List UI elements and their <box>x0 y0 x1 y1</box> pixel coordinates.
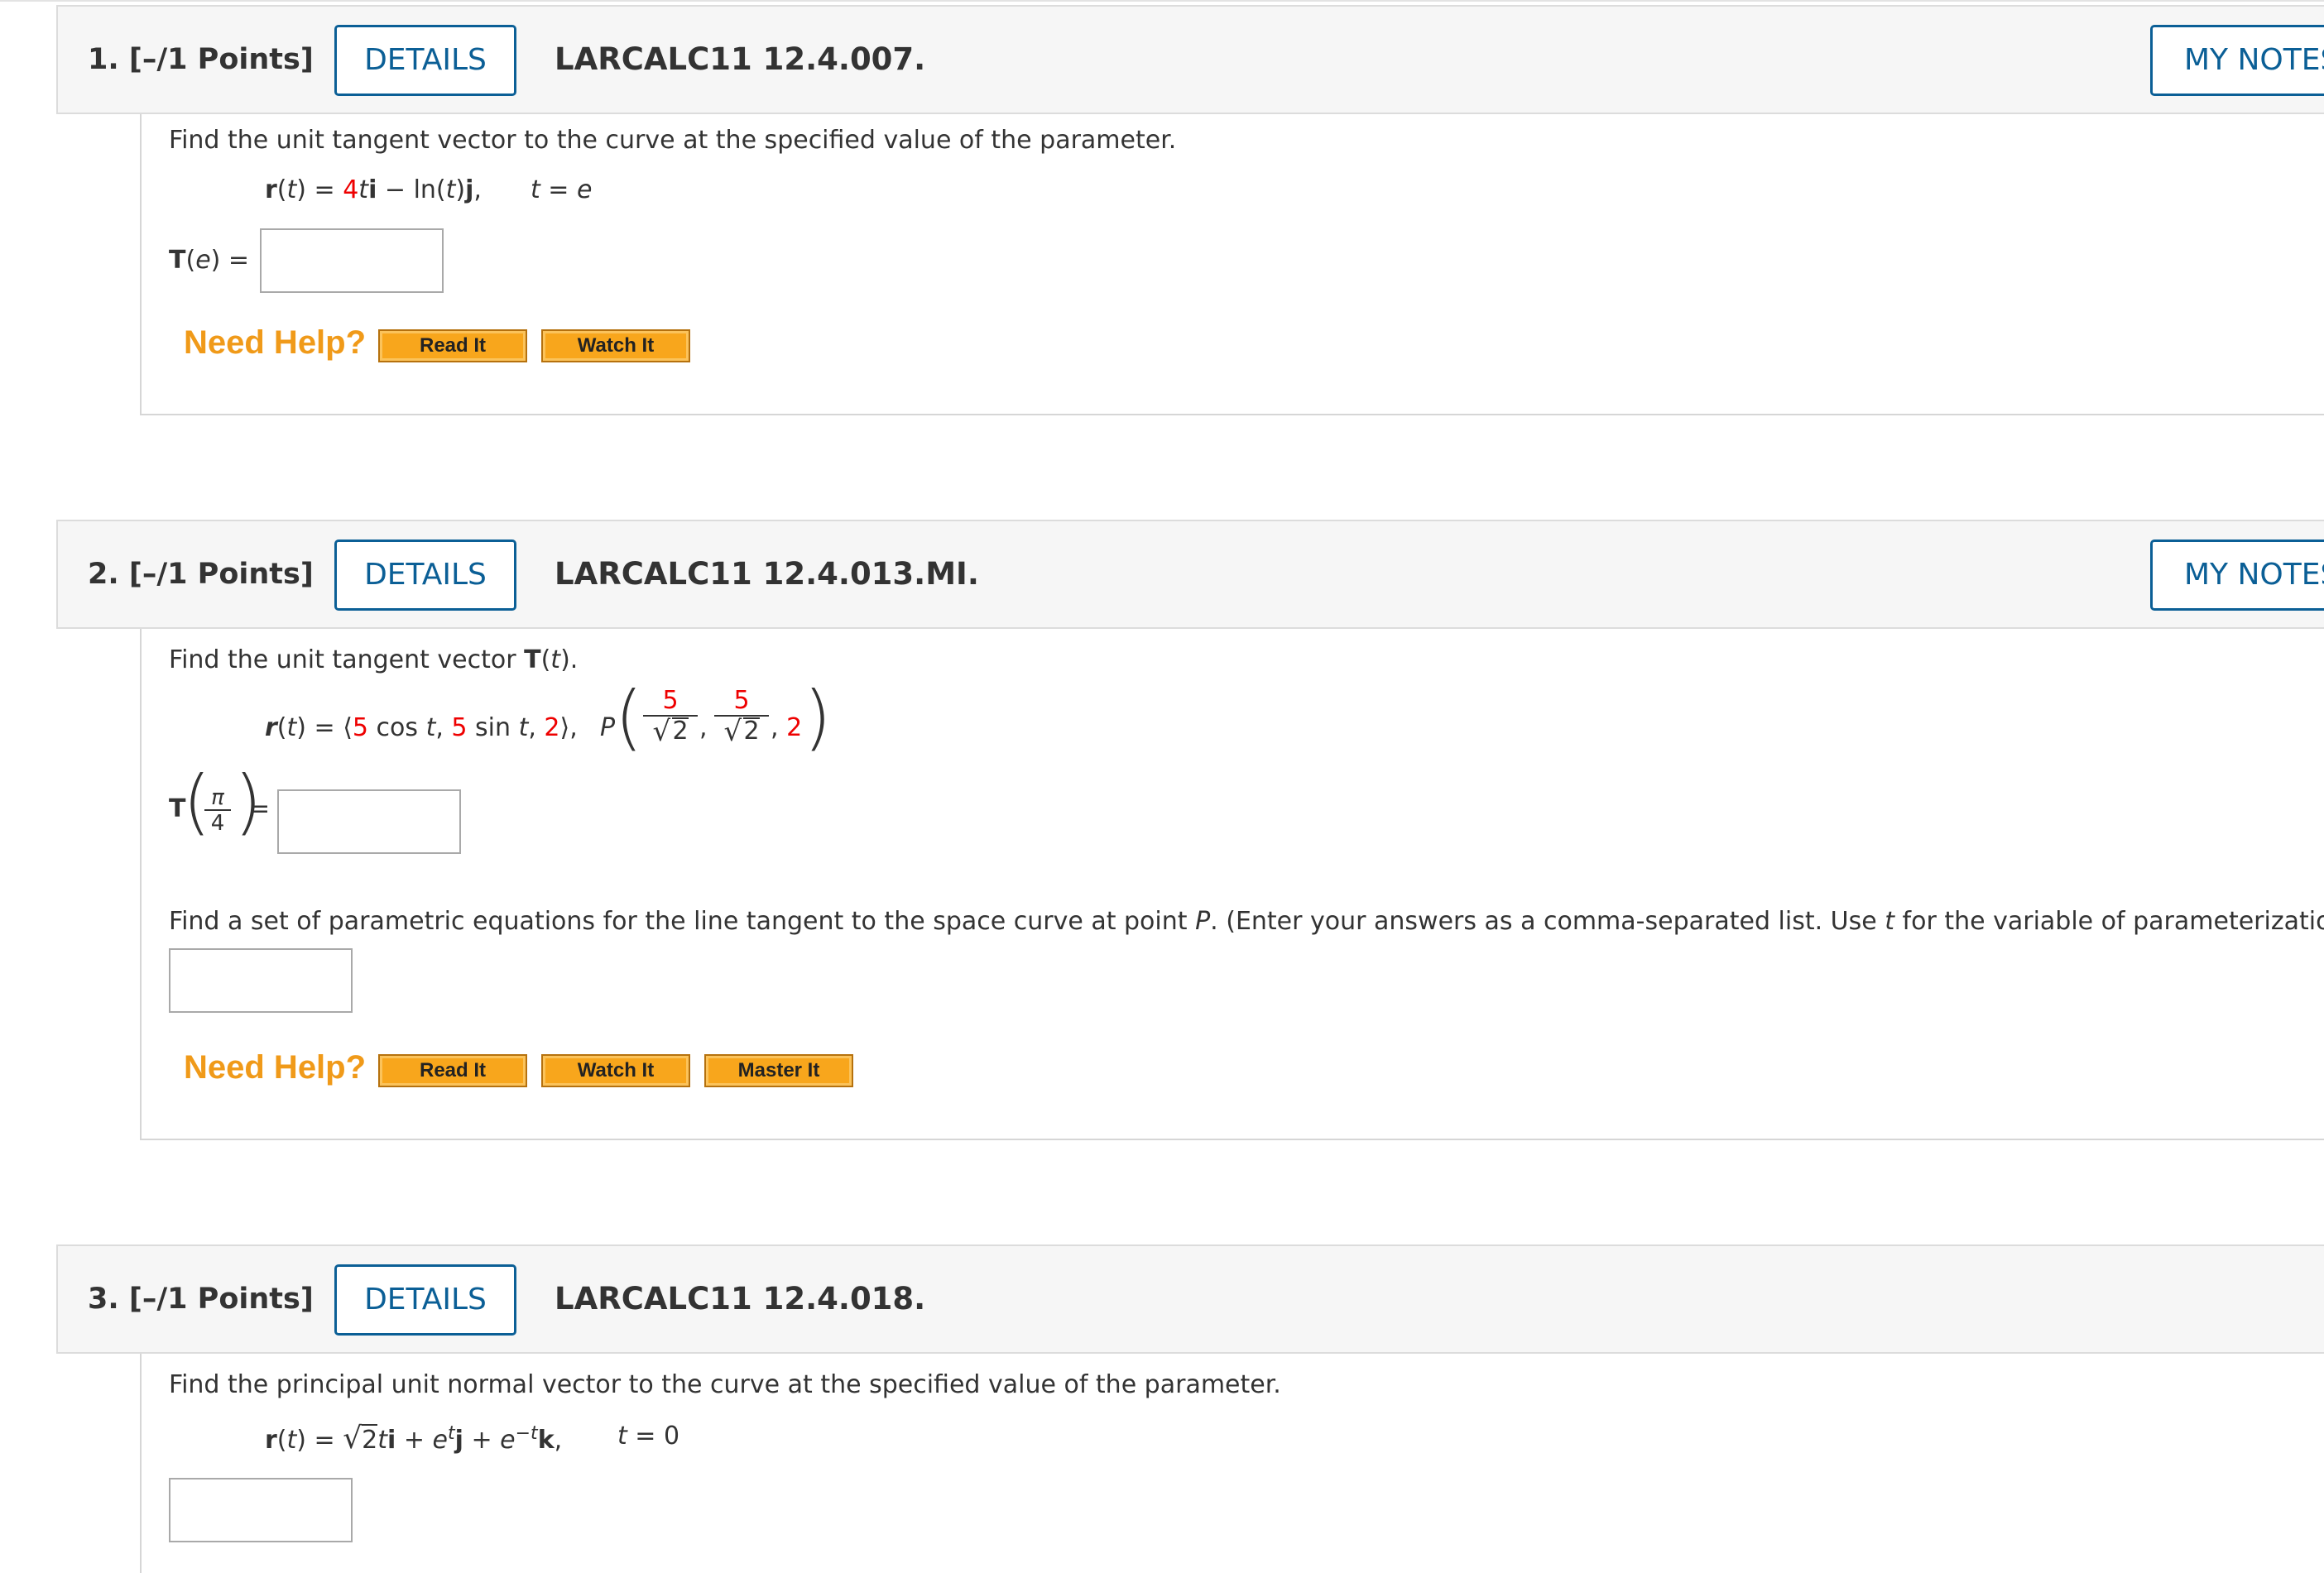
question-1-equation: r(t) = 4ti − ln(t)j, <box>265 175 482 204</box>
question-3-prompt: Find the principal unit normal vector to… <box>169 1370 1281 1399</box>
question-2-body: Find the unit tangent vector T(t). r(t) … <box>140 629 2324 1140</box>
question-3-equation: r(t) = √2ti + etj + e−tk, <box>265 1422 563 1456</box>
question-2-prompt-2: Find a set of parametric equations for t… <box>169 907 2324 936</box>
left-paren: ( <box>615 676 643 759</box>
answer-label-T-e: T(e) = <box>169 246 250 275</box>
read-it-button[interactable]: Read It <box>378 329 527 362</box>
question-3-header: 3. [–/1 Points] DETAILS LARCALC11 12.4.0… <box>56 1244 2324 1354</box>
master-it-button[interactable]: Master It <box>704 1054 853 1087</box>
question-1-points: 1. [–/1 Points] <box>88 43 314 76</box>
question-1-parameter: t = e <box>531 175 593 204</box>
need-help-label: Need Help? <box>184 324 367 361</box>
question-2-equation: r(t) = ⟨5 cos t, 5 sin t, 2⟩, <box>265 713 578 742</box>
question-2-prompt: Find the unit tangent vector T(t). <box>169 645 579 674</box>
question-1-id: LARCALC11 12.4.007. <box>555 41 926 77</box>
answer-input-parametric[interactable] <box>169 948 353 1013</box>
question-1-body: Find the unit tangent vector to the curv… <box>140 114 2324 415</box>
fraction-5-over-root2: 5 √ 2 <box>714 687 769 746</box>
details-button[interactable]: DETAILS <box>334 25 516 96</box>
question-3-id: LARCALC11 12.4.018. <box>555 1281 926 1316</box>
question-3-body: Find the principal unit normal vector to… <box>140 1354 2324 1573</box>
question-2-id: LARCALC11 12.4.013.MI. <box>555 556 979 592</box>
answer-input-T-pi-4[interactable] <box>277 789 461 854</box>
point-P-label: P <box>600 713 616 742</box>
top-divider <box>0 0 2324 2</box>
watch-it-button[interactable]: Watch It <box>541 1054 690 1087</box>
question-1-header: 1. [–/1 Points] DETAILS LARCALC11 12.4.0… <box>56 5 2324 114</box>
my-notes-button[interactable]: MY NOTES <box>2150 25 2324 96</box>
details-button[interactable]: DETAILS <box>334 540 516 611</box>
fraction-5-over-root2: 5 √ 2 <box>643 687 698 746</box>
watch-it-button[interactable]: Watch It <box>541 329 690 362</box>
answer-input-T-e[interactable] <box>260 228 444 293</box>
need-help-label: Need Help? <box>184 1049 367 1086</box>
question-2-points: 2. [–/1 Points] <box>88 558 314 591</box>
right-paren: ) <box>804 676 832 759</box>
fraction-pi-over-4: π 4 <box>204 786 231 836</box>
question-3-points: 3. [–/1 Points] <box>88 1283 314 1316</box>
my-notes-button[interactable]: MY NOTES <box>2150 540 2324 611</box>
question-2-header: 2. [–/1 Points] DETAILS LARCALC11 12.4.0… <box>56 520 2324 629</box>
answer-input-N[interactable] <box>169 1478 353 1542</box>
question-1-prompt: Find the unit tangent vector to the curv… <box>169 126 1177 155</box>
details-button[interactable]: DETAILS <box>334 1264 516 1336</box>
question-3-parameter: t = 0 <box>617 1422 680 1451</box>
read-it-button[interactable]: Read It <box>378 1054 527 1087</box>
